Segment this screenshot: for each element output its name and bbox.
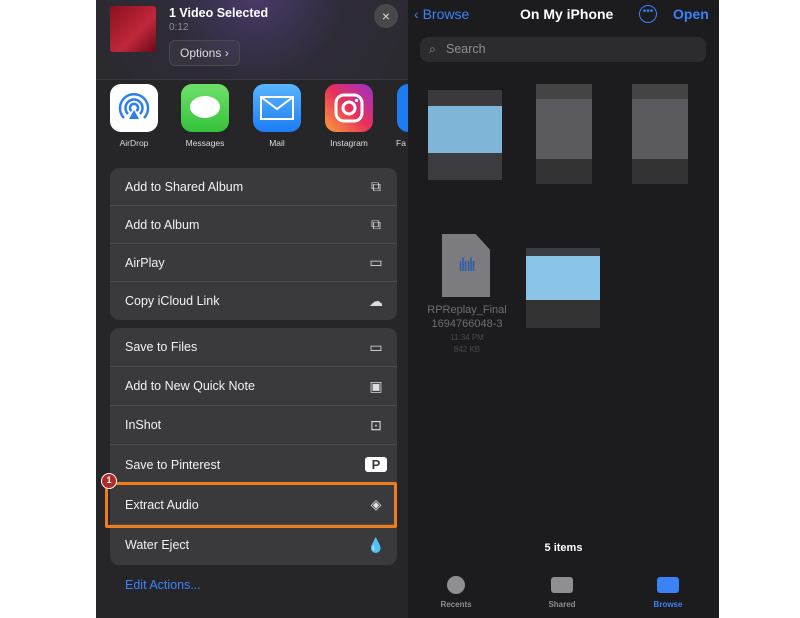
quick-note-icon: ▣ xyxy=(369,377,383,394)
audio-file-icon[interactable]: ılıılı xyxy=(442,234,490,297)
shared-album-icon: ⧉ xyxy=(371,178,381,194)
action-copy-icloud-link[interactable]: Copy iCloud Link ☁ xyxy=(110,282,397,320)
app-instagram[interactable]: Instagram xyxy=(324,84,374,148)
action-quick-note[interactable]: Add to New Quick Note ▣ xyxy=(110,367,397,406)
step-badge: 1 xyxy=(101,473,117,489)
page-title: On My iPhone xyxy=(520,6,614,22)
drop-icon: 💧 xyxy=(367,536,385,553)
file-thumbnail[interactable] xyxy=(526,248,600,328)
add-album-icon: ⧉ xyxy=(371,216,381,232)
open-button[interactable]: Open xyxy=(673,6,709,22)
messages-icon xyxy=(181,84,229,132)
action-add-to-shared-album[interactable]: Add to Shared Album ⧉ xyxy=(110,168,397,206)
folder-icon xyxy=(657,577,679,593)
airdrop-icon xyxy=(110,84,158,132)
highlight-box xyxy=(105,482,397,528)
app-row: AirDrop Messages Mail Instagram Fa xyxy=(96,84,408,154)
action-inshot[interactable]: InShot ⊡ xyxy=(110,406,397,445)
video-duration: 0:12 xyxy=(169,22,189,33)
close-icon[interactable]: × xyxy=(374,4,398,28)
action-save-to-pinterest[interactable]: Save to Pinterest P xyxy=(110,445,397,485)
clock-icon xyxy=(447,576,465,594)
search-input[interactable]: Search ⌕ xyxy=(420,37,706,62)
share-title: 1 Video Selected xyxy=(169,6,269,20)
back-button[interactable]: ‹ Browse xyxy=(414,6,469,22)
file-thumbnail[interactable] xyxy=(632,84,688,184)
file-thumbnail[interactable] xyxy=(536,84,592,184)
action-water-eject[interactable]: Water Eject 💧 xyxy=(110,525,397,565)
item-count: 5 items xyxy=(544,542,583,554)
files-app: ‹ Browse On My iPhone ••• Open Search ⌕ ı… xyxy=(408,0,719,618)
chevron-left-icon: ‹ xyxy=(414,6,423,22)
action-add-to-album[interactable]: Add to Album ⧉ xyxy=(110,206,397,244)
tab-shared[interactable]: Shared xyxy=(532,576,592,609)
tab-browse[interactable]: Browse xyxy=(638,576,698,609)
shared-folder-icon xyxy=(551,577,573,593)
video-thumbnail xyxy=(110,6,156,52)
app-messages[interactable]: Messages xyxy=(180,84,230,148)
action-save-to-files[interactable]: Save to Files ▭ xyxy=(110,328,397,367)
icloud-link-icon: ☁ xyxy=(369,292,383,309)
options-button[interactable]: Options › xyxy=(169,40,240,66)
tab-recents[interactable]: Recents xyxy=(426,576,486,609)
action-group-2: Save to Files ▭ Add to New Quick Note ▣ In… xyxy=(110,328,397,565)
instagram-icon xyxy=(325,84,373,132)
file-thumbnail[interactable] xyxy=(428,90,502,180)
inshot-icon: ⊡ xyxy=(370,416,382,433)
app-mail[interactable]: Mail xyxy=(252,84,302,148)
edit-actions-link[interactable]: Edit Actions... xyxy=(125,578,201,592)
search-icon: ⌕ xyxy=(429,42,437,56)
app-airdrop[interactable]: AirDrop xyxy=(109,84,159,148)
share-header: 1 Video Selected 0:12 Options › × xyxy=(96,0,408,80)
mail-icon xyxy=(253,84,301,132)
action-airplay[interactable]: AirPlay ▭ xyxy=(110,244,397,282)
airplay-icon: ▭ xyxy=(369,254,383,270)
folder-icon: ▭ xyxy=(369,338,383,355)
more-icon[interactable]: ••• xyxy=(639,5,657,23)
app-partial[interactable]: Fa xyxy=(396,84,408,148)
pinterest-icon: P xyxy=(365,457,387,472)
app-icon xyxy=(397,84,408,132)
action-group-1: Add to Shared Album ⧉ Add to Album ⧉ AirPl… xyxy=(110,168,397,320)
